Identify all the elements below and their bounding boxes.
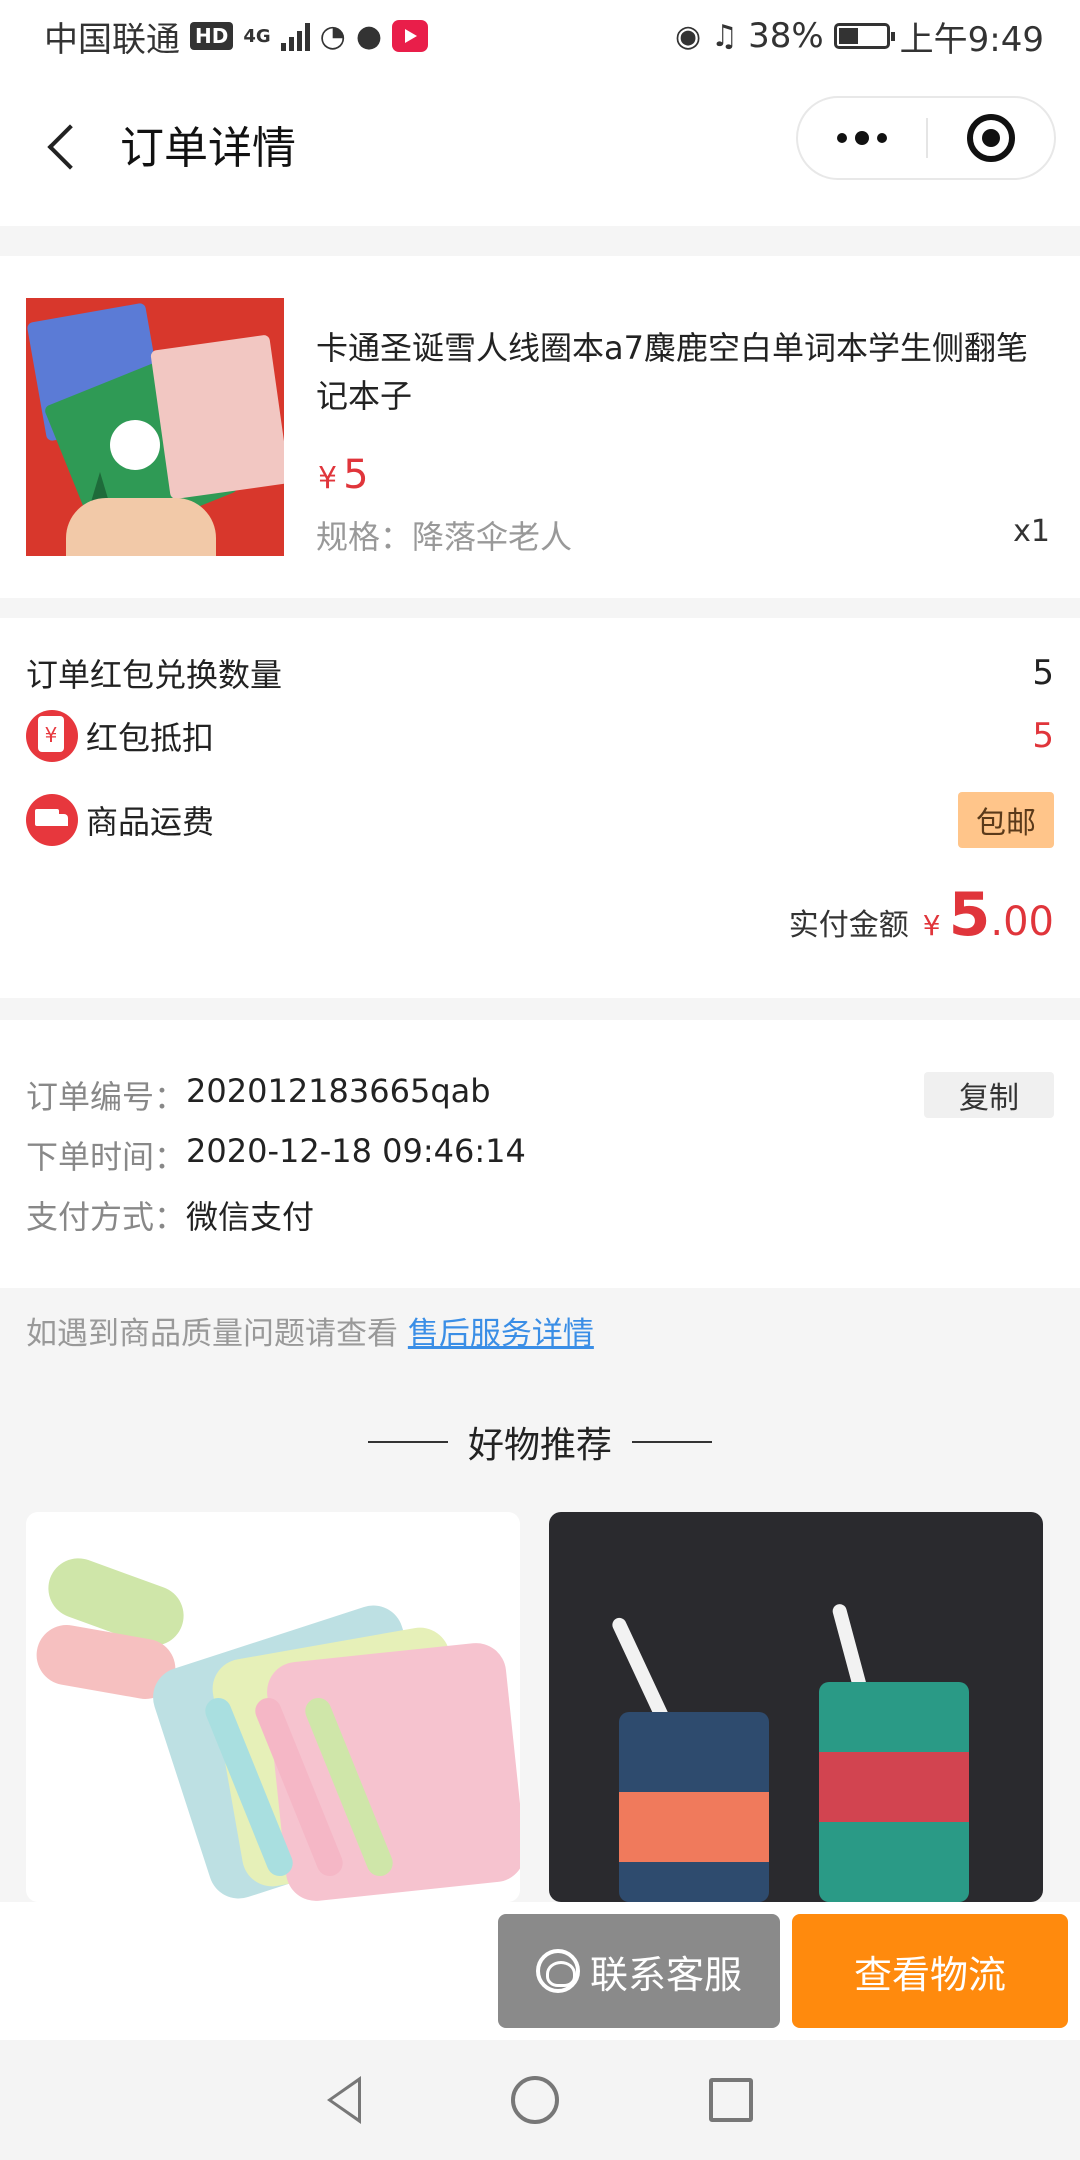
after-sales-link[interactable]: 售后服务详情 — [408, 1316, 594, 1352]
copy-button[interactable]: 复制 — [924, 1072, 1054, 1118]
shipping-label: 商品运费 — [86, 803, 215, 841]
status-bar: 中国联通 HD 4G ◔ ● ◉ ♫ 38% 上午9:49 — [0, 0, 1080, 72]
video-app-icon — [392, 20, 429, 52]
system-nav-bar — [0, 2040, 1080, 2160]
exchange-row: 订单红包兑换数量 5 — [26, 650, 1054, 696]
order-summary: 订单红包兑换数量 5 红包抵扣 5 商品运费 包邮 实付金额 ¥ 5.00 — [0, 618, 1080, 998]
bell-muted-icon: ♫ — [711, 18, 739, 54]
mini-program-capsule — [796, 96, 1056, 180]
clock: 上午9:49 — [899, 19, 1044, 60]
back-icon[interactable] — [40, 117, 90, 177]
order-number-value: 202012183665qab — [186, 1072, 491, 1110]
carrier-name: 中国联通 — [44, 19, 180, 60]
recents-square-icon[interactable] — [709, 2078, 753, 2122]
signal-icon — [280, 21, 310, 51]
paid-currency: ¥ — [922, 909, 941, 942]
nav-bar: 订单详情 — [0, 72, 1080, 226]
product-spec: 规格：降落伞老人 — [316, 518, 573, 556]
recommend-item-toothbrush-cups[interactable] — [549, 1512, 1043, 1902]
battery-percent: 38% — [748, 16, 824, 56]
wifi-icon: ◔ — [319, 18, 346, 54]
after-sales-notice: 如遇到商品质量问题请查看 售后服务详情 — [26, 1308, 594, 1353]
recommend-header: 好物推荐 — [0, 1416, 1080, 1468]
divider-left — [367, 1441, 448, 1443]
notice-text: 如遇到商品质量问题请查看 — [26, 1316, 398, 1352]
bottom-action-bar: 联系客服 查看物流 — [0, 1902, 1080, 2040]
order-number-label: 订单编号： — [26, 1078, 187, 1116]
contact-service-button[interactable]: 联系客服 — [498, 1914, 780, 2028]
free-shipping-tag: 包邮 — [958, 792, 1054, 848]
paid-amount-int: 5 — [948, 880, 991, 950]
product-thumbnail[interactable] — [26, 298, 284, 556]
home-circle-icon[interactable] — [511, 2076, 559, 2124]
payment-row: 支付方式： 微信支付 — [26, 1192, 314, 1238]
order-time-value: 2020-12-18 09:46:14 — [186, 1132, 526, 1170]
deduct-value: 5 — [1032, 716, 1054, 756]
recommend-item-knife-set[interactable] — [26, 1512, 520, 1902]
product-card[interactable]: 卡通圣诞雪人线圈本a7麋鹿空白单词本学生侧翻笔记本子 ¥5 规格：降落伞老人 x… — [0, 256, 1080, 598]
red-envelope-icon — [26, 710, 78, 762]
price-value: 5 — [343, 452, 369, 498]
eye-icon: ◉ — [674, 18, 702, 54]
status-left: 中国联通 HD 4G ◔ ● — [44, 12, 429, 61]
order-time-label: 下单时间： — [26, 1138, 187, 1176]
payment-value: 微信支付 — [186, 1198, 315, 1236]
product-quantity: x1 — [1013, 514, 1050, 549]
exchange-label: 订单红包兑换数量 — [26, 656, 283, 694]
recommend-title: 好物推荐 — [467, 1425, 612, 1466]
close-target-icon[interactable] — [928, 96, 1054, 180]
shipping-row: 商品运费 包邮 — [26, 792, 1054, 848]
exchange-value: 5 — [1032, 653, 1054, 693]
price-currency: ¥ — [318, 461, 338, 496]
truck-icon — [26, 794, 78, 846]
order-number-row: 订单编号： 202012183665qab — [26, 1072, 491, 1118]
deduct-row: 红包抵扣 5 — [26, 710, 1054, 762]
order-info: 订单编号： 202012183665qab 复制 下单时间： 2020-12-1… — [0, 1020, 1080, 1288]
order-time-row: 下单时间： 2020-12-18 09:46:14 — [26, 1132, 526, 1178]
chat-bubble-icon: ● — [355, 18, 383, 54]
view-logistics-button[interactable]: 查看物流 — [792, 1914, 1068, 2028]
back-triangle-icon[interactable] — [327, 2076, 361, 2124]
network-type: 4G — [243, 25, 271, 47]
product-price: ¥5 — [318, 452, 369, 498]
contact-service-label: 联系客服 — [589, 1952, 742, 1997]
more-dots-icon[interactable] — [798, 96, 926, 180]
deduct-label: 红包抵扣 — [86, 719, 215, 757]
paid-total: 实付金额 ¥ 5.00 — [789, 880, 1054, 950]
payment-label: 支付方式： — [26, 1198, 187, 1236]
battery-icon — [833, 23, 895, 49]
page-title: 订单详情 — [120, 123, 296, 174]
paid-label: 实付金额 — [788, 908, 909, 943]
paid-amount-dec: .00 — [990, 899, 1054, 945]
hd-badge: HD — [190, 22, 234, 50]
status-right: ◉ ♫ 38% 上午9:49 — [675, 12, 1044, 61]
divider-right — [632, 1441, 712, 1443]
product-title: 卡通圣诞雪人线圈本a7麋鹿空白单词本学生侧翻笔记本子 — [316, 329, 1028, 415]
headset-icon — [535, 1949, 580, 1993]
